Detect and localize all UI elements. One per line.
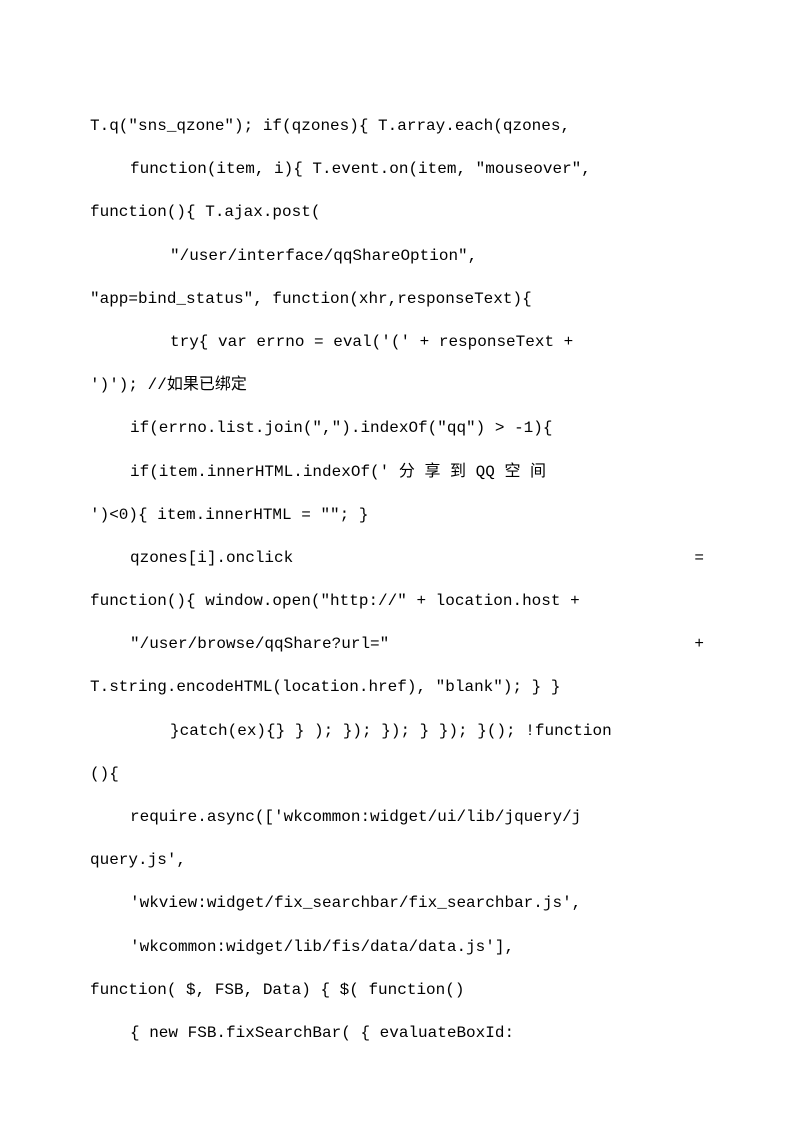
code-fragment: "/user/browse/qqShare?url=" [130, 623, 389, 666]
code-line: ')<0){ item.innerHTML = ""; } [90, 494, 704, 537]
code-line: T.string.encodeHTML(location.href), "bla… [90, 666, 704, 709]
code-line: if(item.innerHTML.indexOf(' 分 享 到 QQ 空 间 [90, 451, 704, 494]
code-line: 'wkcommon:widget/lib/fis/data/data.js'], [90, 926, 704, 969]
code-line: query.js', [90, 839, 704, 882]
code-fragment: if(item.innerHTML.indexOf(' 分 享 到 QQ 空 间 [130, 451, 546, 494]
code-fragment: try{ var errno = eval('(' + responseText… [170, 321, 573, 364]
code-fragment: { new FSB.fixSearchBar( { evaluateBoxId: [130, 1012, 514, 1055]
code-line: function(item, i){ T.event.on(item, "mou… [90, 148, 704, 191]
code-fragment: + [694, 623, 704, 666]
page-body: T.q("sns_qzone"); if(qzones){ T.array.ea… [0, 0, 794, 1055]
code-line: function(){ T.ajax.post( [90, 191, 704, 234]
code-line: qzones[i].onclick = [90, 537, 704, 580]
code-line: if(errno.list.join(",").indexOf("qq") > … [90, 407, 704, 450]
code-fragment: qzones[i].onclick [130, 537, 293, 580]
code-line: require.async(['wkcommon:widget/ui/lib/j… [90, 796, 704, 839]
code-line: 'wkview:widget/fix_searchbar/fix_searchb… [90, 882, 704, 925]
code-line: function( $, FSB, Data) { $( function() [90, 969, 704, 1012]
code-fragment: = [694, 537, 704, 580]
code-line: (){ [90, 753, 704, 796]
code-line: ')'); //如果已绑定 [90, 364, 704, 407]
code-line: T.q("sns_qzone"); if(qzones){ T.array.ea… [90, 105, 704, 148]
code-line: "app=bind_status", function(xhr,response… [90, 278, 704, 321]
code-line: { new FSB.fixSearchBar( { evaluateBoxId: [90, 1012, 704, 1055]
code-line: function(){ window.open("http://" + loca… [90, 580, 704, 623]
code-line: "/user/interface/qqShareOption", [90, 235, 704, 278]
code-line: "/user/browse/qqShare?url=" + [90, 623, 704, 666]
code-line: try{ var errno = eval('(' + responseText… [90, 321, 704, 364]
code-line: }catch(ex){} } ); }); }); } }); }(); !fu… [90, 710, 704, 753]
